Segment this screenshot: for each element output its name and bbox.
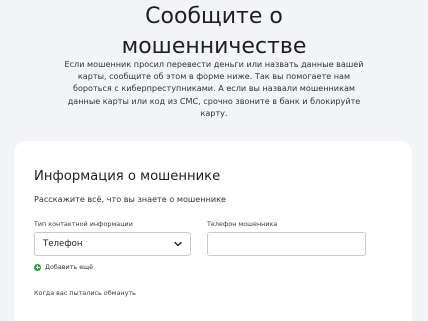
fraudster-phone-label: Телефон мошенника: [207, 220, 278, 228]
page-title-line-1: Сообщите о: [145, 4, 283, 29]
contact-type-value: Телефон: [43, 239, 83, 249]
add-more-label: Добавить ещё: [45, 263, 94, 271]
plus-circle-icon: [34, 263, 41, 271]
fraud-date-label: Когда вас пытались обмануть: [34, 289, 136, 297]
add-more-button[interactable]: Добавить ещё: [34, 263, 93, 271]
contact-type-label: Тип контактной информации: [34, 220, 133, 228]
page-title: Сообщите о мошенничестве: [0, 2, 428, 62]
section-subtitle: Расскажите всё, что вы знаете о мошенник…: [34, 194, 226, 204]
fraudster-info-card: Информация о мошеннике Расскажите всё, ч…: [14, 141, 412, 321]
contact-type-select[interactable]: Телефон: [34, 232, 191, 256]
page-description: Если мошенник просил перевести деньги ил…: [64, 59, 364, 118]
chevron-down-icon: [174, 241, 182, 247]
fraudster-phone-input[interactable]: [207, 232, 366, 256]
section-title: Информация о мошеннике: [34, 169, 221, 184]
